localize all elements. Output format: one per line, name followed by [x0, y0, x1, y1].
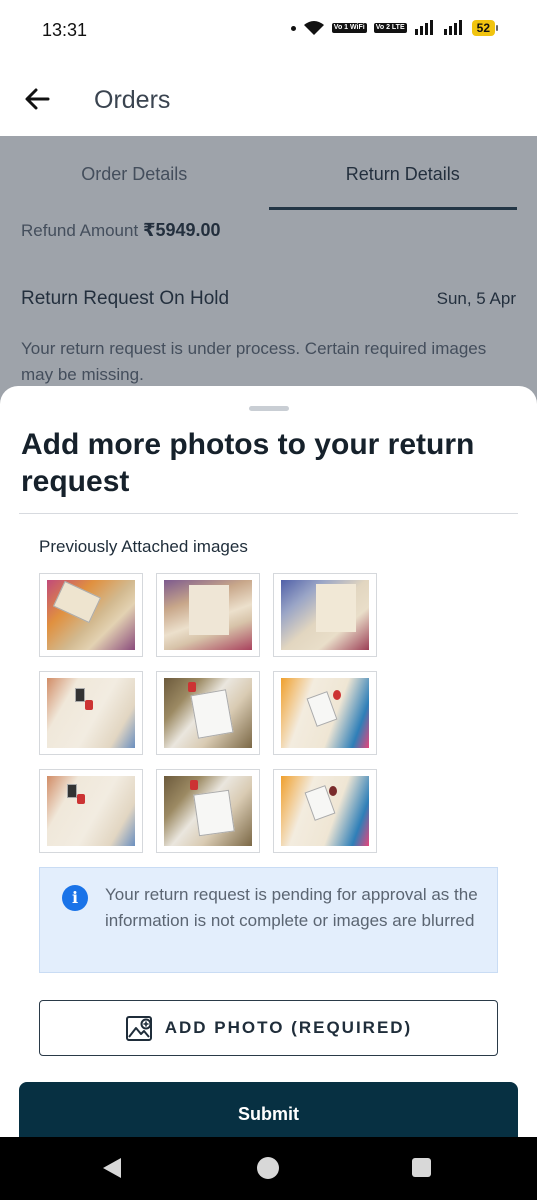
photo	[47, 580, 135, 650]
add-photo-button[interactable]: ADD PHOTO (REQUIRED)	[39, 1000, 498, 1056]
previously-attached-label: Previously Attached images	[39, 537, 248, 556]
attached-image-2[interactable]	[156, 573, 260, 657]
notification-dot-icon	[290, 25, 296, 31]
info-icon: i	[62, 885, 88, 911]
arrow-left-icon[interactable]	[22, 84, 52, 114]
status-bar: 13:31 Vo 1 WiFi Vo 2 LTE 52	[0, 0, 537, 62]
photo	[164, 580, 252, 650]
attached-image-9[interactable]	[273, 769, 377, 853]
attached-image-5[interactable]	[156, 671, 260, 755]
photo	[47, 776, 135, 846]
wifi-icon	[303, 21, 324, 35]
drag-handle[interactable]	[249, 406, 289, 411]
sheet-title: Add more photos to your return request	[21, 428, 475, 498]
photo	[47, 678, 135, 748]
pending-approval-text: Your return request is pending for appro…	[105, 885, 478, 930]
attached-image-8[interactable]	[156, 769, 260, 853]
add-image-icon	[125, 1016, 152, 1041]
photo	[281, 776, 369, 846]
page-title: Orders	[94, 86, 171, 114]
attached-image-4[interactable]	[39, 671, 143, 755]
photo	[281, 580, 369, 650]
photo	[164, 776, 252, 846]
pending-approval-notice: i Your return request is pending for app…	[39, 867, 498, 973]
nav-home-icon[interactable]	[257, 1157, 279, 1179]
signal-2-icon	[443, 20, 462, 35]
add-photo-label: ADD PHOTO (REQUIRED)	[164, 1018, 413, 1037]
attached-image-6[interactable]	[273, 671, 377, 755]
attached-image-1[interactable]	[39, 573, 143, 657]
vowifi-tag: Vo 1 WiFi	[331, 23, 367, 33]
nav-back-icon[interactable]	[103, 1158, 121, 1178]
app-bar: Orders	[0, 62, 537, 136]
status-time: 13:31	[42, 20, 88, 40]
system-nav-bar	[0, 1137, 537, 1200]
signal-1-icon	[414, 20, 433, 35]
add-photos-bottom-sheet: Add more photos to your return request P…	[0, 386, 537, 1200]
attached-image-7[interactable]	[39, 769, 143, 853]
photo	[164, 678, 252, 748]
nav-recents-icon[interactable]	[412, 1158, 431, 1177]
attached-image-3[interactable]	[273, 573, 377, 657]
divider	[19, 513, 518, 514]
photo	[281, 678, 369, 748]
status-icons: Vo 1 WiFi Vo 2 LTE 52	[290, 20, 499, 36]
attached-images-grid	[39, 573, 379, 853]
battery-icon: 52	[471, 20, 499, 36]
volte-tag: Vo 2 LTE	[373, 23, 407, 33]
